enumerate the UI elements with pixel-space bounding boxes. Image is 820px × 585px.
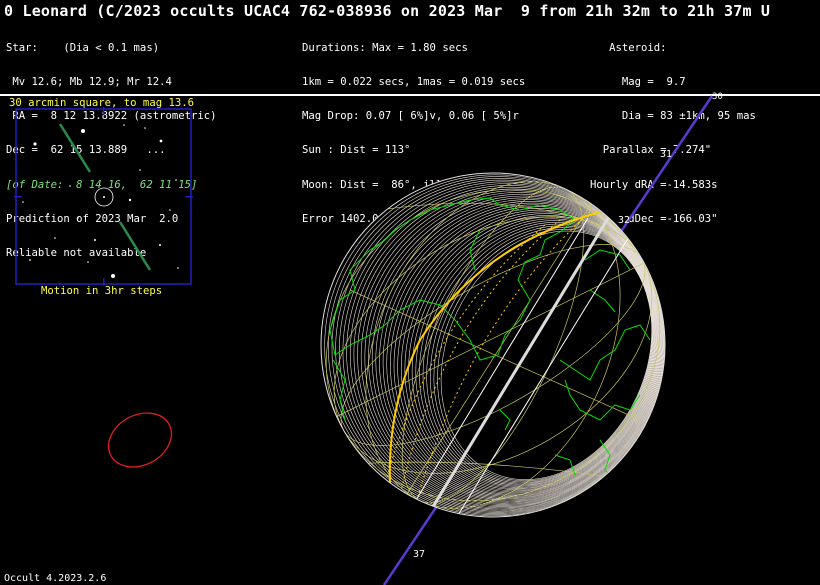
path-label: 37 bbox=[413, 549, 425, 560]
finder-chart bbox=[14, 107, 193, 286]
finder-stars bbox=[22, 124, 179, 278]
motion-track bbox=[118, 221, 152, 271]
motion-track bbox=[58, 123, 92, 173]
path-label: 30 bbox=[712, 92, 723, 102]
path-label: 32 bbox=[618, 215, 630, 226]
error-ellipse bbox=[107, 412, 173, 468]
motion-caption: Motion in 3hr steps bbox=[41, 285, 163, 297]
path-label: 31 bbox=[660, 149, 672, 160]
version-footer: Occult 4.2023.2.6 bbox=[4, 573, 107, 584]
finder-caption: 30 arcmin square, to mag 13.6 bbox=[9, 97, 194, 109]
